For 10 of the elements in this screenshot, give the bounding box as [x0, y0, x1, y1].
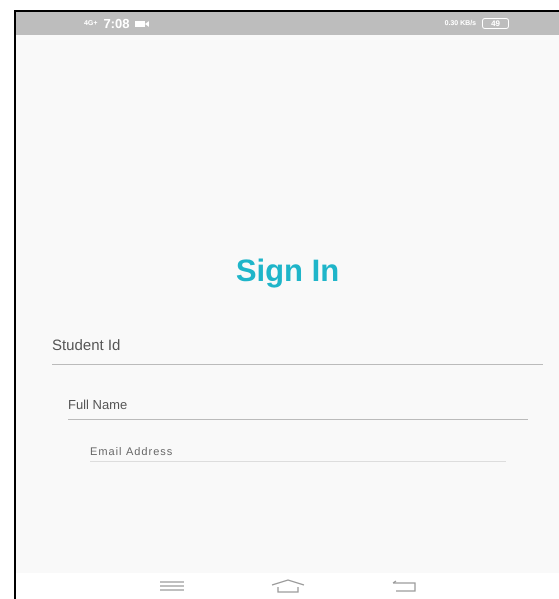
page-title: Sign In: [234, 253, 340, 289]
video-camera-icon: [135, 20, 150, 28]
battery-level: 49: [482, 18, 509, 29]
clock-time: 7:08: [103, 16, 130, 31]
input-field[interactable]: Email Address: [90, 446, 506, 462]
input-field[interactable]: Full Name: [68, 397, 528, 420]
menu-icon[interactable]: [158, 580, 184, 592]
home-icon[interactable]: [270, 578, 306, 594]
back-icon[interactable]: [390, 579, 416, 593]
input-field[interactable]: Student Id: [52, 337, 543, 365]
